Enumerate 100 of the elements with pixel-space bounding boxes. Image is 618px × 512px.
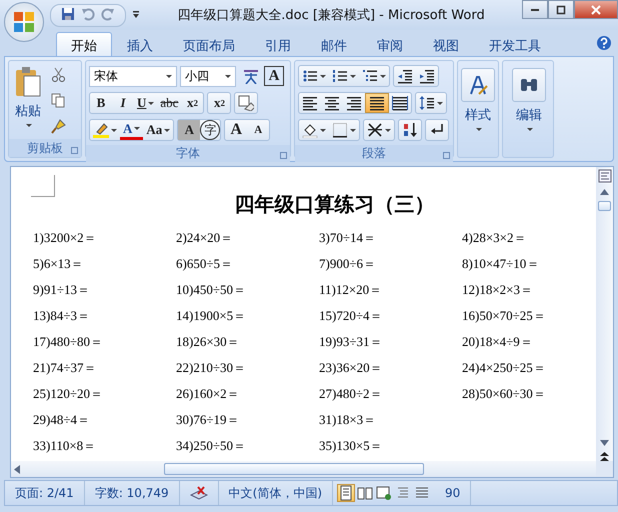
scissors-icon [50,66,66,82]
fontcolor-button[interactable]: A [120,120,144,140]
view-button[interactable] [337,484,356,502]
group-label: 剪贴板 [27,140,63,156]
window-title: 四年级口算题大全.doc [兼容模式] - Microsoft Word [176,7,486,24]
caret-icon [380,74,386,78]
ribbon-tab[interactable]: 开始 [56,32,112,56]
group-label: 段落 [362,145,386,162]
caret-icon [164,128,170,132]
bullet-list-icon [302,68,318,84]
scroll-up-icon [600,189,609,195]
view-button[interactable] [375,484,394,502]
arithmetic-problem: 33)110×8＝ [33,437,98,455]
phonetic-guide-icon [242,68,258,84]
minimize-button[interactable] [522,0,548,19]
highlighter-icon [93,122,109,138]
charborder-button[interactable]: A [264,66,284,86]
sort-icon [402,122,418,138]
italic-button[interactable]: I [112,93,134,113]
arithmetic-problem: 3)70÷14＝ [319,229,377,247]
font-name-value: 宋体 [94,68,118,84]
ribbon-tab[interactable]: 开发工具 [474,32,556,56]
zoom-level[interactable]: 90 [435,481,472,505]
group-label: 字体 [176,145,200,162]
strike-button[interactable]: abc [157,93,182,113]
arithmetic-problem: 21)74÷37＝ [33,359,98,377]
undo-icon [81,6,95,20]
close-icon [591,4,601,14]
caret-icon [437,102,443,104]
arithmetic-problem: 28)50×60÷30＝ [462,385,547,403]
ribbon-tab[interactable]: 邮件 [306,32,362,56]
case-button[interactable]: Aa [143,120,174,140]
font-size-value: 小四 [185,68,209,84]
bold-button[interactable]: B [90,93,112,113]
office-logo-icon [12,10,36,34]
arithmetic-problem: 11)12×20＝ [319,281,384,299]
word-count[interactable]: 字数: 10,749 [84,481,180,505]
arithmetic-problem: 1)3200×2＝ [33,229,98,247]
maximize-icon [556,4,566,14]
caret-icon [350,74,356,78]
numbered-list-icon [332,68,348,84]
editing-button[interactable]: 编辑 [506,64,552,154]
arithmetic-problem: 34)250÷50＝ [176,437,247,455]
enclose-button[interactable]: 字 [200,120,220,140]
arithmetic-problem: 27)480÷2＝ [319,385,384,403]
distribute-icon [392,95,408,111]
arithmetic-problem: 24)4×250÷25＝ [462,359,547,377]
paint-bucket-icon [302,122,318,138]
styles-button[interactable]: 样式 [455,64,501,154]
caret-icon [350,128,356,132]
arithmetic-problem: 15)720÷4＝ [319,307,384,325]
caret-icon [527,128,533,131]
caret-icon [134,127,140,130]
maximize-button[interactable] [548,0,574,19]
line-spacing-icon [419,95,435,111]
justify-button[interactable] [365,93,389,113]
paste-button[interactable]: 粘贴 [12,64,44,136]
styles-icon [467,74,489,96]
horizontal-scroll-thumb[interactable] [164,463,424,475]
web-layout-icon [376,485,392,501]
font-name-combo[interactable]: 宋体 [89,66,177,86]
page-corner-mark [31,175,55,197]
align-center-icon [324,95,340,111]
ribbon-tab[interactable]: 视图 [418,32,474,56]
arithmetic-problem: 30)76÷19＝ [176,411,240,429]
customize-toolbar-icon [132,11,140,19]
page-indicator[interactable]: 页面: 2/41 [5,481,85,505]
caret-icon [166,74,172,78]
print-layout-icon [338,485,354,501]
arithmetic-problem: 22)210÷30＝ [176,359,247,377]
arithmetic-problem: 25)120÷20＝ [33,385,104,403]
arithmetic-problem: 10)450÷50＝ [176,281,247,299]
office-button[interactable] [4,2,44,42]
distribute-button[interactable] [389,93,411,113]
arithmetic-problem: 29)48÷4＝ [33,411,91,429]
ribbon-tab[interactable]: 插入 [112,32,168,56]
arithmetic-problem: 2)24×20＝ [176,229,234,247]
vertical-scroll-thumb[interactable] [598,201,611,211]
arithmetic-problem: 16)50×70÷25＝ [462,307,547,325]
ribbon-tab[interactable]: 审阅 [362,32,418,56]
charshade-button[interactable]: A [178,120,200,140]
decrease-indent-icon [397,68,413,84]
reading-layout-icon [357,485,374,501]
proofing-book-icon [190,485,208,501]
underline-button[interactable]: U [134,93,158,113]
arithmetic-problem: 18)26×30＝ [176,333,241,351]
close-button[interactable] [574,0,618,19]
copy-icon [50,92,66,108]
language-indicator[interactable]: 中文(简体，中国) [218,481,334,505]
arithmetic-problem: 7)900÷6＝ [319,255,377,273]
help-icon[interactable] [596,35,612,51]
arithmetic-problem: 19)93÷31＝ [319,333,384,351]
ribbon-tab[interactable]: 页面布局 [168,32,250,56]
ribbon-tab[interactable]: 引用 [250,32,306,56]
paintbrush-icon [50,118,66,134]
grow-button[interactable]: A [225,120,248,140]
document-title: 四年级口算练习（三） [234,193,436,218]
font-size-combo[interactable]: 小四 [180,66,236,86]
arithmetic-problem: 31)18×3＝ [319,411,378,429]
shrink-button[interactable]: A [247,120,270,140]
